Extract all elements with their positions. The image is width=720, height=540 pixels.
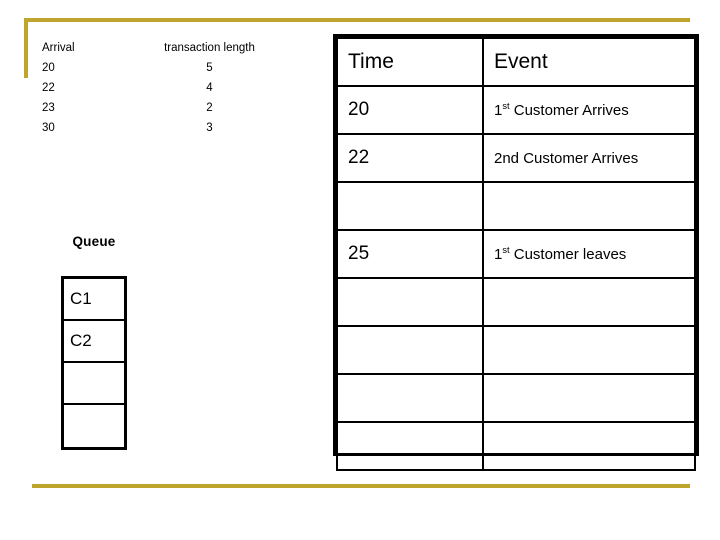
- arrivals-list: Arrival transaction length 20 5 22 4 23 …: [42, 38, 272, 138]
- arrivals-row: 23 2: [42, 98, 272, 118]
- table-row: [336, 325, 696, 375]
- queue-cell: [64, 363, 124, 405]
- event-time-cell: [336, 373, 484, 423]
- queue-label: Queue: [72, 234, 116, 249]
- event-time-cell: [336, 421, 484, 471]
- arrival-time: 22: [42, 82, 55, 94]
- table-row: 20 1st Customer Arrives: [336, 85, 696, 135]
- event-description-cell: [482, 325, 696, 375]
- arrivals-row: 20 5: [42, 58, 272, 78]
- event-text-superscript: st: [502, 244, 510, 255]
- arrivals-header-arrival: Arrival: [42, 42, 75, 54]
- event-time-cell: 25: [336, 229, 484, 279]
- top-accent-rule: [24, 18, 690, 22]
- arrivals-row: 22 4: [42, 78, 272, 98]
- event-table-header-event: Event: [482, 37, 696, 87]
- event-time-cell: [336, 325, 484, 375]
- arrival-transaction-length: 2: [206, 102, 213, 114]
- event-description-cell: [482, 277, 696, 327]
- event-table-header-time: Time: [336, 37, 484, 87]
- table-row: 25 1st Customer leaves: [336, 229, 696, 279]
- event-description-cell: 2nd Customer Arrives: [482, 133, 696, 183]
- arrival-time: 23: [42, 102, 55, 114]
- queue-cell: [64, 405, 124, 447]
- event-text-suffix: Customer Arrives: [509, 101, 629, 119]
- arrival-time: 20: [42, 62, 55, 74]
- queue-box: C1 C2: [61, 276, 127, 450]
- event-time-cell: [336, 277, 484, 327]
- event-description-cell: [482, 421, 696, 471]
- event-text-superscript: st: [502, 100, 510, 111]
- arrival-transaction-length: 4: [206, 82, 213, 94]
- event-text-prefix: 2nd Customer Arrives: [494, 149, 639, 167]
- event-description-cell: 1st Customer Arrives: [482, 85, 696, 135]
- bottom-accent-rule: [32, 484, 690, 488]
- arrival-time: 30: [42, 122, 55, 134]
- table-row: [336, 421, 696, 471]
- table-row: [336, 373, 696, 423]
- event-description-cell: [482, 181, 696, 231]
- event-description-cell: [482, 373, 696, 423]
- arrival-transaction-length: 5: [206, 62, 213, 74]
- top-left-accent-tick: [24, 18, 28, 78]
- arrival-transaction-length: 3: [206, 122, 213, 134]
- arrivals-header-row: Arrival transaction length: [42, 38, 272, 58]
- event-text-suffix: Customer leaves: [509, 245, 627, 263]
- queue-cell: C1: [64, 279, 124, 321]
- event-table-header-row: Time Event: [336, 37, 696, 87]
- table-row: [336, 181, 696, 231]
- event-time-cell: 20: [336, 85, 484, 135]
- event-time-cell: 22: [336, 133, 484, 183]
- event-description-cell: 1st Customer leaves: [482, 229, 696, 279]
- queue-cell: C2: [64, 321, 124, 363]
- arrivals-header-transaction-length: transaction length: [164, 42, 255, 54]
- table-row: 22 2nd Customer Arrives: [336, 133, 696, 183]
- table-row: [336, 277, 696, 327]
- event-table: Time Event 20 1st Customer Arrives 22 2n…: [333, 34, 699, 471]
- arrivals-row: 30 3: [42, 118, 272, 138]
- event-time-cell: [336, 181, 484, 231]
